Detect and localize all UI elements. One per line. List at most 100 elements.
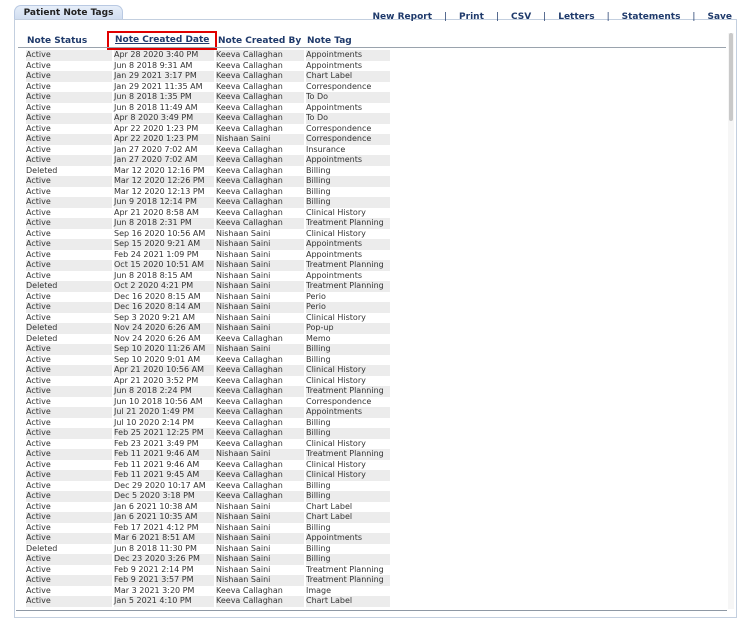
- toolbar-separator: |: [543, 12, 547, 22]
- table-row[interactable]: Active Dec 16 2020 8:15 AM Nishaan Saini Pe…: [26, 292, 398, 303]
- note-status-cell: Active: [26, 302, 112, 313]
- table-row[interactable]: Deleted Nov 24 2020 6:26 AM Nishaan Saini P…: [26, 323, 398, 334]
- table-row[interactable]: Active Jul 10 2020 2:14 PM Keeva Callaghan…: [26, 418, 398, 429]
- column-header-note-tag[interactable]: Note Tag: [307, 34, 352, 48]
- table-row[interactable]: Active Feb 9 2021 3:57 PM Nishaan Saini Tre…: [26, 575, 398, 586]
- note-created-by-cell: Keeva Callaghan: [216, 71, 304, 82]
- table-row[interactable]: Active Dec 29 2020 10:17 AM Keeva Callagha…: [26, 481, 398, 492]
- table-row[interactable]: Active Apr 22 2020 1:23 PM Keeva Callaghan…: [26, 124, 398, 135]
- table-row[interactable]: Active Sep 10 2020 9:01 AM Keeva Callaghan…: [26, 355, 398, 366]
- table-row[interactable]: Active Jun 8 2018 2:31 PM Keeva Callaghan T…: [26, 218, 398, 229]
- table-row[interactable]: Active Jan 6 2021 10:38 AM Nishaan Saini Ch…: [26, 502, 398, 513]
- table-row[interactable]: Active Jan 29 2021 11:35 AM Keeva Callagha…: [26, 82, 398, 93]
- new-report-link[interactable]: New Report: [373, 12, 432, 22]
- table-row[interactable]: Active Jan 27 2020 7:02 AM Keeva Callaghan…: [26, 145, 398, 156]
- note-created-by-cell: Nishaan Saini: [216, 501, 271, 511]
- letters-link[interactable]: Letters: [558, 12, 594, 22]
- note-tag-cell: Billing: [306, 176, 390, 187]
- note-created-by-cell: Nishaan Saini: [216, 134, 304, 145]
- table-row[interactable]: Deleted Mar 12 2020 12:16 PM Keeva Callagh…: [26, 166, 398, 177]
- scrollbar-thumb[interactable]: [729, 33, 733, 121]
- note-tag-cell: Billing: [306, 480, 331, 490]
- table-row[interactable]: Active Sep 10 2020 11:26 AM Nishaan Saini B…: [26, 344, 398, 355]
- table-row[interactable]: Active Apr 8 2020 3:49 PM Keeva Callaghan T…: [26, 113, 398, 124]
- table-row[interactable]: Active Apr 21 2020 3:52 PM Keeva Callaghan…: [26, 376, 398, 387]
- note-created-date-cell: Oct 15 2020 10:51 AM: [114, 260, 214, 271]
- note-created-by-cell: Keeva Callaghan: [216, 596, 304, 607]
- table-row[interactable]: Active Jan 29 2021 3:17 PM Keeva Callaghan…: [26, 71, 398, 82]
- table-row[interactable]: Active Feb 23 2021 3:49 PM Keeva Callaghan…: [26, 439, 398, 450]
- table-row[interactable]: Active Jan 6 2021 10:35 AM Nishaan Saini Ch…: [26, 512, 398, 523]
- note-created-by-cell: Keeva Callaghan: [216, 123, 283, 133]
- save-link[interactable]: Save: [707, 12, 732, 22]
- table-row[interactable]: Active Feb 24 2021 1:09 PM Nishaan Saini Ap…: [26, 250, 398, 261]
- table-row[interactable]: Active Dec 5 2020 3:18 PM Keeva Callaghan B…: [26, 491, 398, 502]
- table-row[interactable]: Active Oct 15 2020 10:51 AM Nishaan Saini T…: [26, 260, 398, 271]
- note-status-cell: Active: [26, 249, 51, 259]
- note-tag-cell: Clinical History: [306, 312, 366, 322]
- toolbar-separator: |: [495, 12, 499, 22]
- table-row[interactable]: Active Jun 8 2018 2:24 PM Keeva Callaghan T…: [26, 386, 398, 397]
- table-row[interactable]: Active Feb 11 2021 9:46 AM Nishaan Saini Tr…: [26, 449, 398, 460]
- statements-link[interactable]: Statements: [622, 12, 681, 22]
- table-row[interactable]: Active Apr 21 2020 10:56 AM Keeva Callagha…: [26, 365, 398, 376]
- table-row[interactable]: Active Mar 3 2021 3:20 PM Keeva Callaghan I…: [26, 586, 398, 597]
- note-created-date-cell: Sep 3 2020 9:21 AM: [114, 312, 196, 322]
- note-created-by-cell: Keeva Callaghan: [216, 92, 304, 103]
- table-row[interactable]: Active Sep 3 2020 9:21 AM Nishaan Saini Cli…: [26, 313, 398, 324]
- column-header-note-status[interactable]: Note Status: [27, 34, 87, 48]
- print-link[interactable]: Print: [459, 12, 484, 22]
- vertical-scrollbar[interactable]: [728, 33, 734, 609]
- note-created-by-cell: Keeva Callaghan: [216, 50, 304, 61]
- table-row[interactable]: Active Feb 25 2021 12:25 PM Keeva Callagha…: [26, 428, 398, 439]
- table-row[interactable]: Active Jun 8 2018 11:49 AM Keeva Callaghan…: [26, 103, 398, 114]
- note-tag-cell: Clinical History: [306, 470, 390, 481]
- table-row[interactable]: Deleted Oct 2 2020 4:21 PM Nishaan Saini Tr…: [26, 281, 398, 292]
- note-tag-cell: Billing: [306, 354, 331, 364]
- note-created-by-cell: Keeva Callaghan: [216, 480, 283, 490]
- note-tag-cell: Treatment Planning: [306, 564, 384, 574]
- table-row[interactable]: Active Mar 12 2020 12:13 PM Keeva Callagha…: [26, 187, 398, 198]
- note-tag-cell: Correspondence: [306, 123, 372, 133]
- table-row[interactable]: Active Jun 10 2018 10:56 AM Keeva Callagha…: [26, 397, 398, 408]
- note-tag-cell: To Do: [306, 92, 390, 103]
- table-row[interactable]: Deleted Jun 8 2018 11:30 PM Nishaan Saini B…: [26, 544, 398, 555]
- table-row[interactable]: Active Jun 8 2018 8:15 AM Nishaan Saini App…: [26, 271, 398, 282]
- csv-link[interactable]: CSV: [511, 12, 531, 22]
- table-row[interactable]: Active Jun 8 2018 1:35 PM Keeva Callaghan T…: [26, 92, 398, 103]
- note-tag-cell: Clinical History: [306, 438, 366, 448]
- table-row[interactable]: Active Sep 15 2020 9:21 AM Nishaan Saini Ap…: [26, 239, 398, 250]
- note-created-date-cell: Dec 23 2020 3:26 PM: [114, 554, 214, 565]
- note-tag-cell: Appointments: [306, 155, 390, 166]
- note-created-by-cell: Nishaan Saini: [216, 575, 304, 586]
- table-row[interactable]: Active Apr 21 2020 8:58 AM Keeva Callaghan…: [26, 208, 398, 219]
- note-created-by-cell: Nishaan Saini: [216, 512, 304, 523]
- table-row[interactable]: Active Dec 23 2020 3:26 PM Nishaan Saini Bi…: [26, 554, 398, 565]
- table-row[interactable]: Active Mar 12 2020 12:26 PM Keeva Callagha…: [26, 176, 398, 187]
- table-row[interactable]: Active Dec 16 2020 8:14 AM Nishaan Saini Pe…: [26, 302, 398, 313]
- note-tag-cell: Billing: [306, 417, 331, 427]
- table-row[interactable]: Active Apr 28 2020 3:40 PM Keeva Callaghan…: [26, 50, 398, 61]
- table-row[interactable]: Active Feb 17 2021 4:12 PM Nishaan Saini Bi…: [26, 523, 398, 534]
- table-row[interactable]: Active Feb 9 2021 2:14 PM Nishaan Saini Tre…: [26, 565, 398, 576]
- table-row[interactable]: Active Mar 6 2021 8:51 AM Nishaan Saini App…: [26, 533, 398, 544]
- note-created-date-cell: Dec 5 2020 3:18 PM: [114, 491, 214, 502]
- table-row[interactable]: Active Feb 11 2021 9:45 AM Keeva Callaghan…: [26, 470, 398, 481]
- column-header-note-created-by[interactable]: Note Created By: [218, 34, 301, 48]
- table-row[interactable]: Active Jan 27 2020 7:02 AM Keeva Callaghan…: [26, 155, 398, 166]
- note-created-date-cell: Feb 11 2021 9:45 AM: [114, 470, 214, 481]
- table-row[interactable]: Active Jun 9 2018 12:14 PM Keeva Callaghan…: [26, 197, 398, 208]
- table-row[interactable]: Deleted Nov 24 2020 6:26 AM Keeva Callagha…: [26, 334, 398, 345]
- table-row[interactable]: Active Apr 22 2020 1:23 PM Nishaan Saini Co…: [26, 134, 398, 145]
- note-tag-cell: Appointments: [306, 102, 363, 112]
- note-created-by-cell: Nishaan Saini: [216, 291, 271, 301]
- note-created-date-cell: Jun 10 2018 10:56 AM: [114, 396, 203, 406]
- note-tag-cell: Chart Label: [306, 596, 390, 607]
- table-row[interactable]: Active Sep 16 2020 10:56 AM Nishaan Saini C…: [26, 229, 398, 240]
- table-row[interactable]: Active Jun 8 2018 9:31 AM Keeva Callaghan A…: [26, 61, 398, 72]
- note-created-date-cell: Mar 6 2021 8:51 AM: [114, 533, 214, 544]
- note-tag-cell: Treatment Planning: [306, 281, 390, 292]
- table-row[interactable]: Active Feb 11 2021 9:46 AM Keeva Callaghan…: [26, 460, 398, 471]
- table-row[interactable]: Active Jan 5 2021 4:10 PM Keeva Callaghan C…: [26, 596, 398, 607]
- table-row[interactable]: Active Jul 21 2020 1:49 PM Keeva Callaghan…: [26, 407, 398, 418]
